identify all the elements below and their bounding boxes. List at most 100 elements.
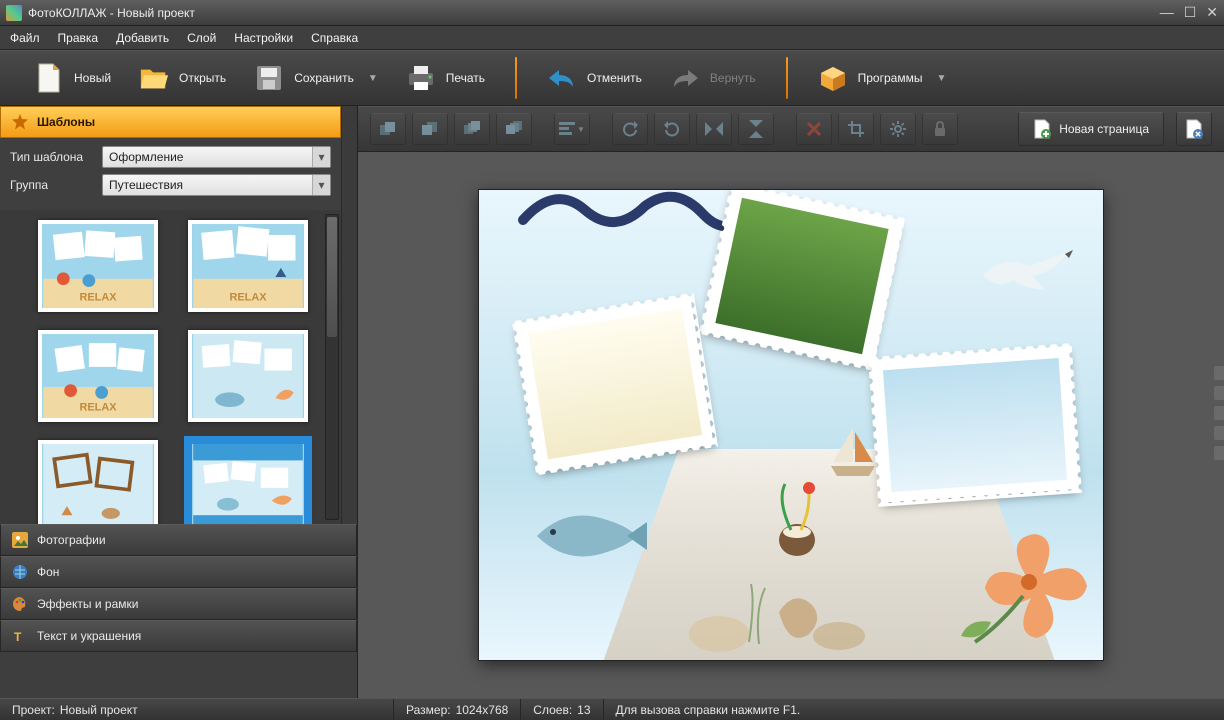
sailboat-clipart[interactable] [825, 426, 881, 478]
maximize-button[interactable]: ☐ [1184, 4, 1197, 21]
flip-vertical-button[interactable] [738, 113, 774, 145]
svg-text:RELAX: RELAX [79, 402, 117, 414]
template-thumb-selected[interactable] [188, 440, 308, 524]
new-page-button[interactable]: Новая страница [1018, 112, 1164, 146]
edge-tab[interactable] [1214, 426, 1224, 440]
bird-clipart[interactable] [973, 246, 1073, 298]
photo-frame[interactable] [517, 297, 714, 471]
shells-clipart[interactable] [679, 582, 889, 654]
flip-horizontal-button[interactable] [696, 113, 732, 145]
print-button[interactable]: Печать [392, 57, 499, 99]
page-settings-button[interactable] [1176, 112, 1212, 146]
status-help-text: Для вызова справки нажмите F1. [616, 703, 801, 717]
new-file-icon [34, 63, 64, 93]
chevron-down-icon: ▼ [936, 73, 946, 84]
send-backward-button[interactable] [496, 113, 532, 145]
edge-tabs [1214, 366, 1224, 460]
save-button-label: Сохранить [294, 71, 354, 85]
canvas-area: ▼ Новая страница [358, 106, 1224, 698]
svg-text:T: T [14, 630, 22, 644]
edge-tab[interactable] [1214, 366, 1224, 380]
photo-frame[interactable] [703, 190, 900, 366]
statusbar: Проект: Новый проект Размер: 1024x768 Сл… [0, 698, 1224, 720]
template-thumb[interactable]: RELAX [38, 220, 158, 312]
box-icon [818, 63, 848, 93]
accordion-background[interactable]: Фон [0, 556, 357, 588]
panel-split-handle[interactable] [341, 106, 357, 524]
template-thumb[interactable]: RELAX [188, 220, 308, 312]
template-thumb[interactable] [38, 440, 158, 524]
accordion-text[interactable]: T Текст и украшения [0, 620, 357, 652]
template-thumb[interactable]: RELAX [38, 330, 158, 422]
rotate-left-button[interactable] [612, 113, 648, 145]
template-thumb[interactable] [188, 330, 308, 422]
crop-button[interactable] [838, 113, 874, 145]
scrollbar-handle[interactable] [327, 217, 337, 337]
chevron-down-icon: ▾ [312, 147, 330, 167]
palette-icon [11, 595, 29, 613]
edge-tab[interactable] [1214, 386, 1224, 400]
align-button[interactable]: ▼ [554, 113, 590, 145]
accordion-text-label: Текст и украшения [37, 629, 141, 643]
chevron-down-icon: ▼ [368, 73, 378, 84]
send-back-button[interactable] [412, 113, 448, 145]
template-type-label: Тип шаблона [10, 150, 94, 164]
template-group-label: Группа [10, 178, 94, 192]
accordion-effects[interactable]: Эффекты и рамки [0, 588, 357, 620]
delete-button[interactable] [796, 113, 832, 145]
status-project-label: Проект: [12, 703, 55, 717]
close-button[interactable]: ✕ [1206, 4, 1218, 21]
accordion-photos[interactable]: Фотографии [0, 524, 357, 556]
new-page-label: Новая страница [1059, 122, 1149, 136]
canvas-viewport[interactable] [358, 152, 1224, 698]
menu-edit[interactable]: Правка [58, 31, 99, 45]
template-group-select[interactable]: Путешествия ▾ [102, 174, 331, 196]
programs-button[interactable]: Программы ▼ [804, 57, 961, 99]
redo-button[interactable]: Вернуть [656, 57, 770, 99]
canvas-page[interactable] [479, 190, 1103, 660]
flower-clipart[interactable] [947, 530, 1097, 650]
menu-help[interactable]: Справка [311, 31, 358, 45]
accordion-effects-label: Эффекты и рамки [37, 597, 138, 611]
redo-icon [670, 63, 700, 93]
window-title: ФотоКОЛЛАЖ - Новый проект [28, 6, 1160, 20]
photos-icon [11, 531, 29, 549]
open-button[interactable]: Открыть [125, 57, 240, 99]
menu-add[interactable]: Добавить [116, 31, 169, 45]
fish-clipart[interactable] [527, 500, 647, 570]
photo-frame[interactable] [872, 347, 1077, 502]
accordion-templates-label: Шаблоны [37, 115, 95, 129]
new-button[interactable]: Новый [20, 57, 125, 99]
bring-front-button[interactable] [370, 113, 406, 145]
bring-forward-button[interactable] [454, 113, 490, 145]
star-icon [11, 113, 29, 131]
new-button-label: Новый [74, 71, 111, 85]
menu-file[interactable]: Файл [10, 31, 40, 45]
svg-text:RELAX: RELAX [229, 292, 267, 304]
rotate-right-button[interactable] [654, 113, 690, 145]
scrollbar[interactable] [325, 214, 339, 520]
toolbar-separator [786, 57, 788, 99]
menu-layer[interactable]: Слой [187, 31, 216, 45]
status-size-value: 1024x768 [456, 703, 509, 717]
print-button-label: Печать [446, 71, 485, 85]
open-button-label: Открыть [179, 71, 226, 85]
coconut-drink-clipart[interactable] [767, 480, 827, 560]
template-thumbnails: RELAX RELAX RELAX [0, 210, 341, 524]
menu-settings[interactable]: Настройки [234, 31, 293, 45]
accordion-templates[interactable]: Шаблоны [0, 106, 341, 138]
settings-button[interactable] [880, 113, 916, 145]
folder-open-icon [139, 63, 169, 93]
lock-button[interactable] [922, 113, 958, 145]
undo-button[interactable]: Отменить [533, 57, 656, 99]
undo-icon [547, 63, 577, 93]
status-layers-label: Слоев: [533, 703, 572, 717]
template-type-select[interactable]: Оформление ▾ [102, 146, 331, 168]
status-size-label: Размер: [406, 703, 451, 717]
edge-tab[interactable] [1214, 406, 1224, 420]
minimize-button[interactable]: — [1160, 4, 1174, 21]
save-button[interactable]: Сохранить ▼ [240, 57, 392, 99]
edge-tab[interactable] [1214, 446, 1224, 460]
toolbar-separator [515, 57, 517, 99]
template-filters: Тип шаблона Оформление ▾ Группа Путешест… [0, 138, 341, 210]
